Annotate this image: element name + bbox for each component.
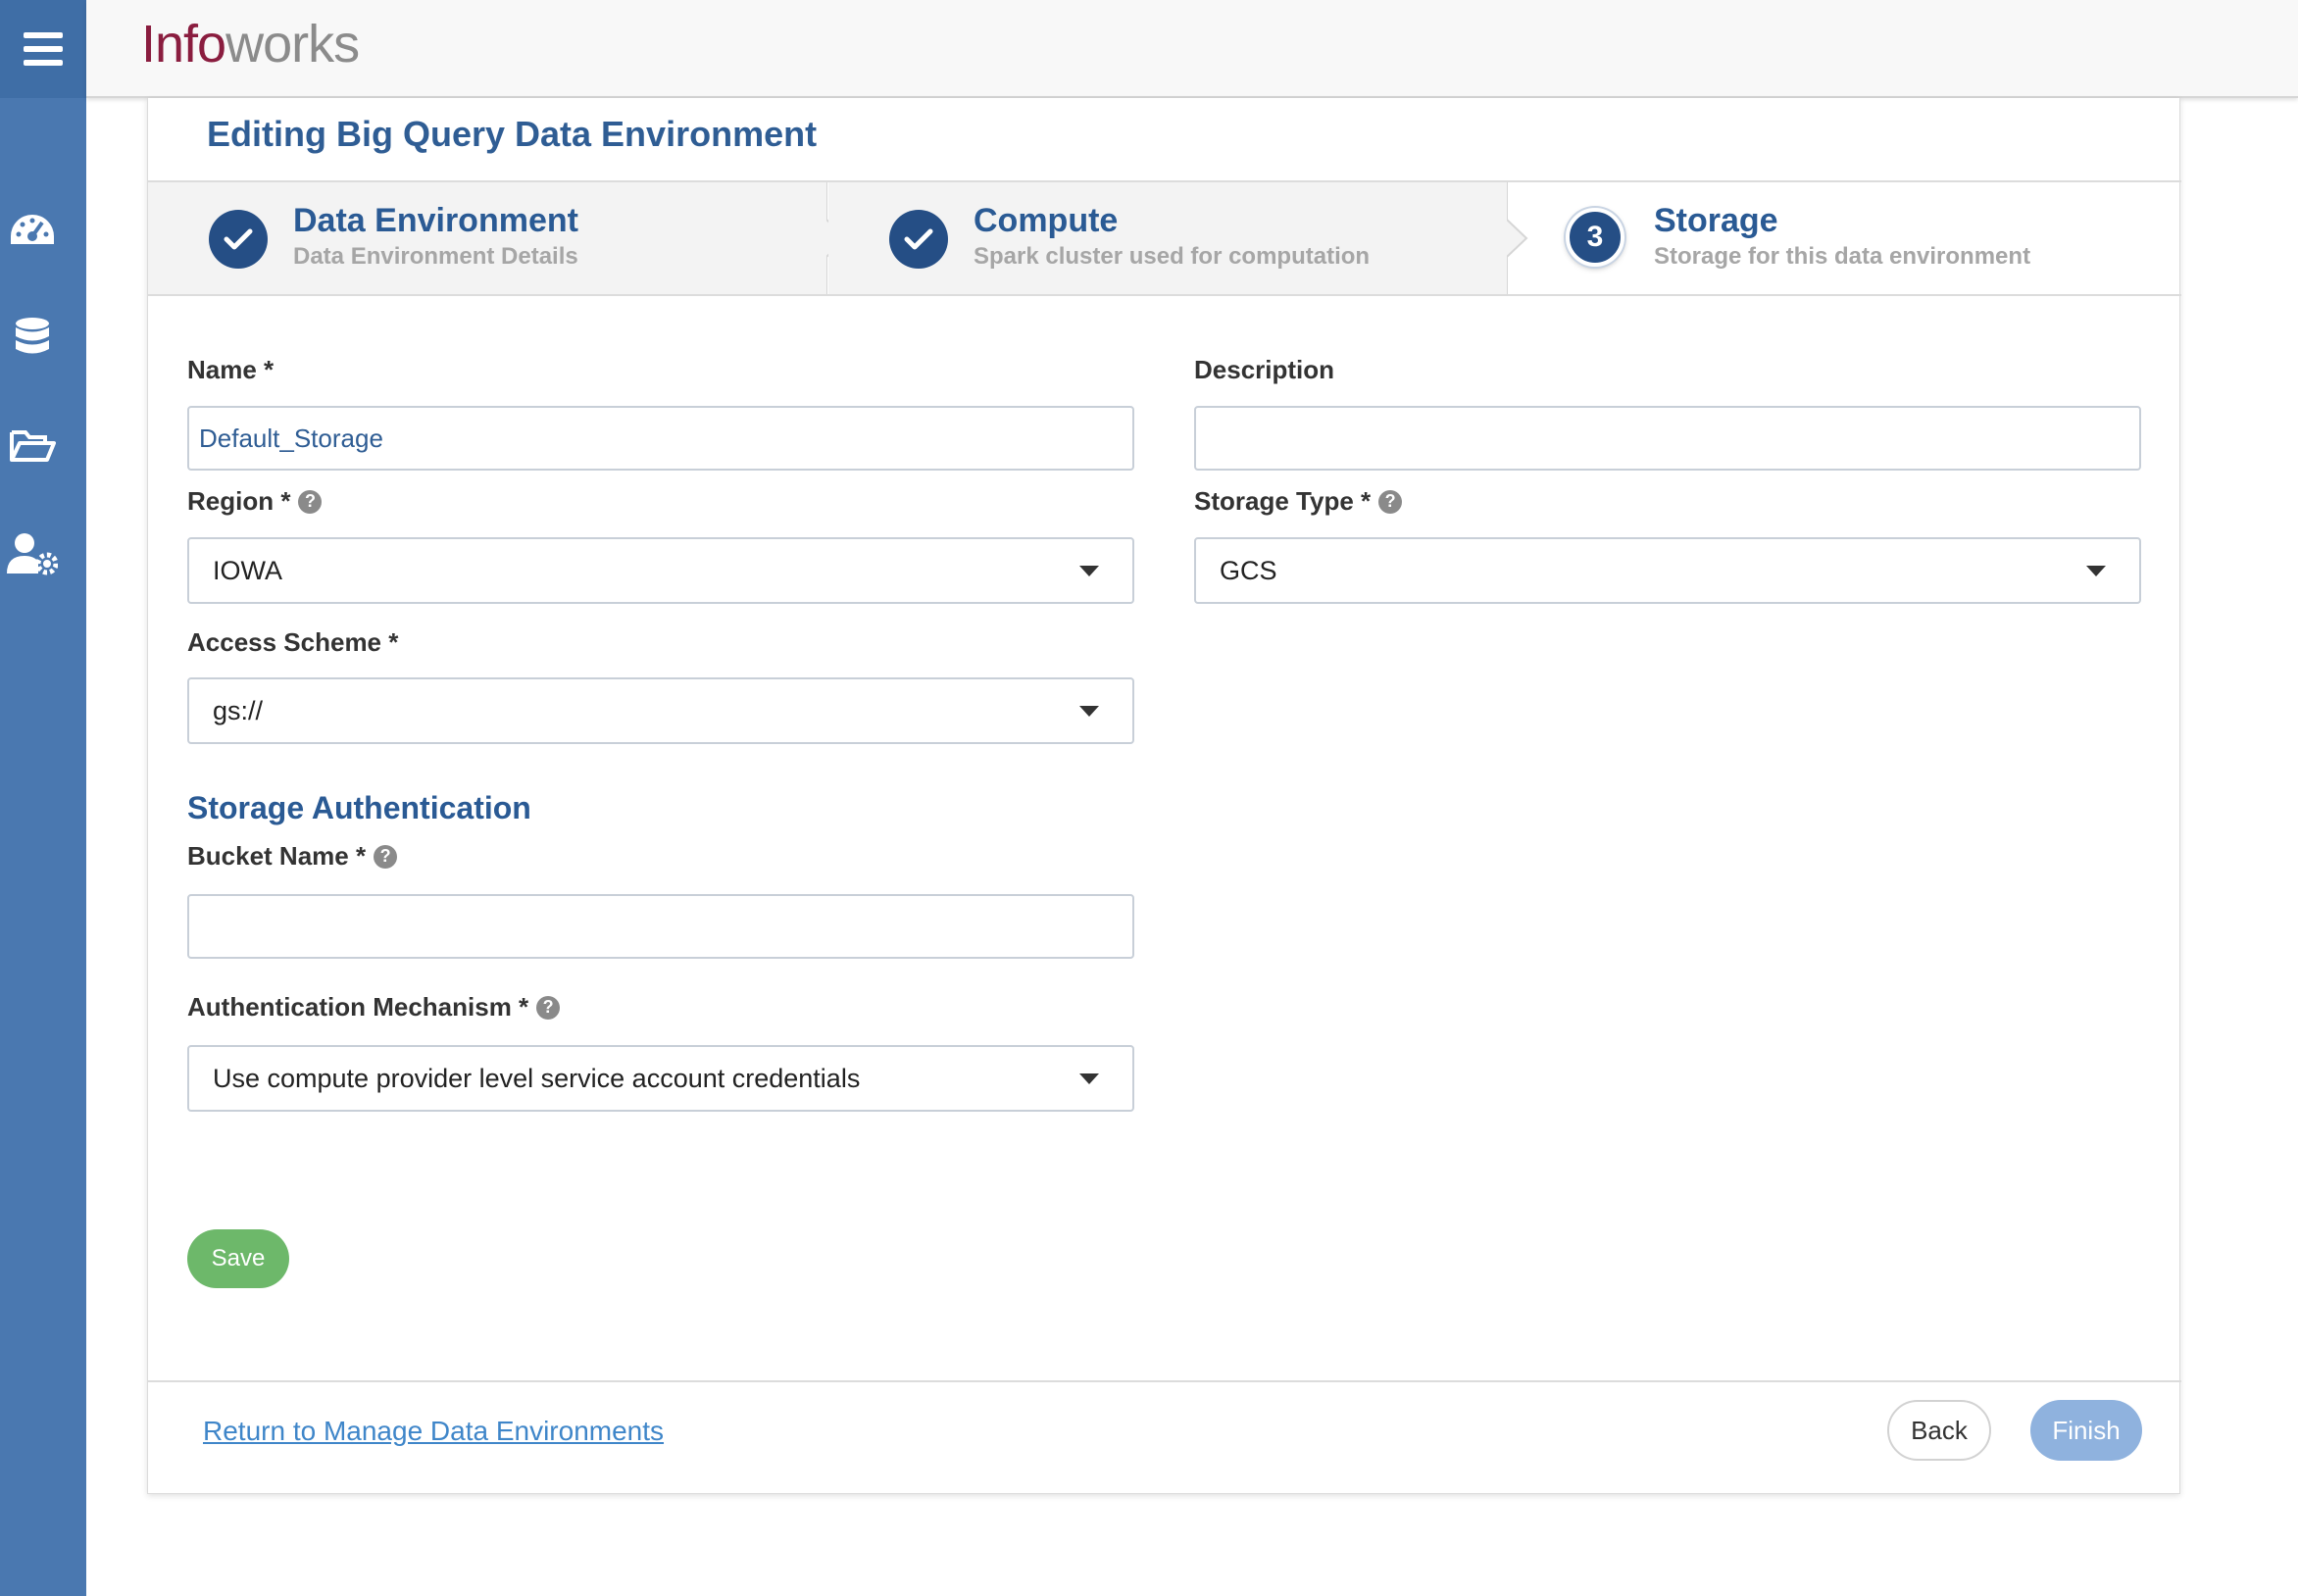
step-storage[interactable]: 3 Storage Storage for this data environm… — [1507, 182, 2181, 294]
return-to-manage-link[interactable]: Return to Manage Data Environments — [203, 1416, 664, 1447]
step-title: Data Environment — [293, 202, 578, 239]
name-input[interactable]: Default_Storage — [187, 406, 1134, 471]
step-number-badge: 3 — [1566, 208, 1624, 267]
description-input[interactable] — [1194, 406, 2141, 471]
check-icon — [224, 228, 253, 250]
database-icon — [16, 318, 49, 354]
access-scheme-label: Access Scheme * — [187, 627, 399, 657]
step-data-environment[interactable]: Data Environment Data Environment Detail… — [148, 182, 826, 294]
auth-mechanism-label: Authentication Mechanism * ? — [187, 992, 561, 1022]
card-footer: Return to Manage Data Environments Back … — [148, 1380, 2181, 1494]
finish-button[interactable]: Finish — [2030, 1400, 2142, 1461]
menu-toggle-button[interactable] — [0, 0, 86, 98]
save-button[interactable]: Save — [187, 1229, 289, 1288]
page-title: Editing Big Query Data Environment — [207, 114, 818, 154]
step-compute[interactable]: Compute Spark cluster used for computati… — [828, 182, 1507, 294]
description-label: Description — [1194, 355, 1335, 384]
name-label: Name * — [187, 355, 275, 384]
chevron-down-icon — [1079, 1073, 1099, 1084]
wizard-steps: Data Environment Data Environment Detail… — [148, 180, 2181, 296]
step-title: Storage — [1654, 202, 1778, 239]
back-button[interactable]: Back — [1887, 1400, 1991, 1461]
help-icon[interactable]: ? — [374, 844, 398, 869]
bucket-name-input[interactable] — [187, 894, 1134, 959]
sidebar-item-admin[interactable] — [0, 522, 65, 586]
help-icon[interactable]: ? — [298, 489, 323, 514]
sidebar-item-files[interactable] — [0, 414, 65, 478]
chevron-down-icon — [1079, 566, 1099, 576]
sidebar — [0, 0, 86, 1596]
dashboard-icon — [11, 215, 54, 244]
step-subtitle: Spark cluster used for computation — [974, 243, 1371, 270]
help-icon[interactable]: ? — [1378, 489, 1403, 514]
hamburger-icon — [24, 32, 63, 66]
step-subtitle: Storage for this data environment — [1654, 243, 2031, 270]
bucket-name-label: Bucket Name * ? — [187, 841, 398, 872]
edit-environment-card: Editing Big Query Data Environment Data … — [147, 98, 2181, 1494]
help-icon[interactable]: ? — [536, 995, 561, 1020]
check-icon — [904, 228, 933, 250]
sidebar-item-data[interactable] — [0, 306, 65, 371]
user-settings-icon — [7, 533, 58, 575]
step-complete-check — [889, 210, 948, 269]
step-complete-check — [209, 210, 268, 269]
sidebar-item-dashboard[interactable] — [0, 198, 65, 263]
auth-mechanism-select[interactable]: Use compute provider level service accou… — [187, 1045, 1134, 1112]
chevron-down-icon — [1079, 706, 1099, 717]
storage-type-select[interactable]: GCS — [1194, 537, 2141, 604]
storage-authentication-heading: Storage Authentication — [187, 790, 531, 825]
storage-type-label: Storage Type * ? — [1194, 486, 1403, 517]
folder-icon — [10, 430, 56, 462]
region-label: Region * ? — [187, 486, 323, 517]
step-subtitle: Data Environment Details — [293, 243, 578, 270]
chevron-down-icon — [2086, 566, 2106, 576]
region-select[interactable]: IOWA — [187, 537, 1134, 604]
access-scheme-select[interactable]: gs:// — [187, 677, 1134, 744]
step-title: Compute — [974, 202, 1119, 239]
infoworks-logo[interactable]: Infoworks — [141, 14, 360, 75]
top-bar: Infoworks — [86, 0, 2298, 98]
